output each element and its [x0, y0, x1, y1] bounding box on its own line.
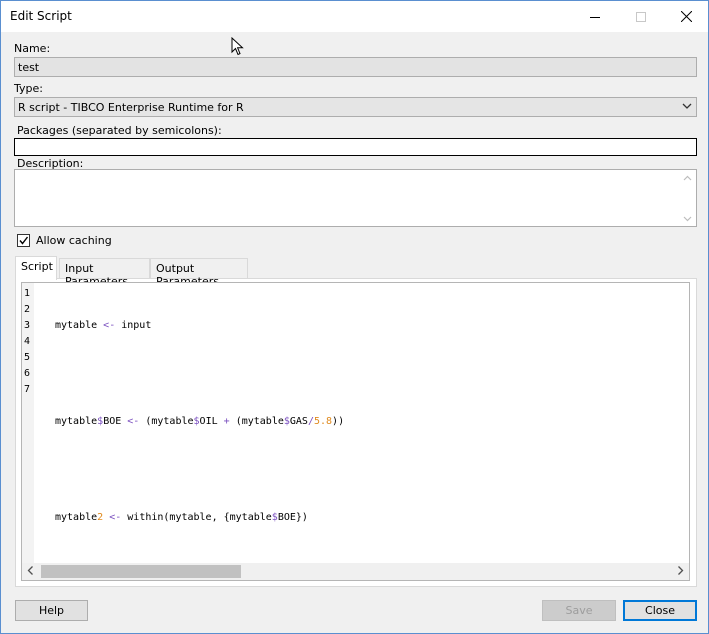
allow-caching-label: Allow caching [36, 234, 112, 247]
close-icon [680, 11, 692, 22]
line-number: 5 [24, 352, 31, 363]
allow-caching-checkbox[interactable] [17, 234, 30, 247]
maximize-icon [636, 11, 646, 22]
line-number: 3 [24, 320, 31, 331]
line-number: 6 [24, 368, 31, 379]
title-bar: Edit Script [1, 1, 708, 32]
maximize-button [618, 1, 664, 32]
code-line: ​ [55, 366, 344, 382]
code-line: mytable$BOE <- (mytable$OIL + (mytable$G… [55, 416, 345, 427]
scroll-right-icon [678, 566, 684, 575]
type-select[interactable]: R script - TIBCO Enterprise Runtime for … [14, 97, 697, 117]
name-field[interactable]: test [14, 57, 697, 77]
edit-script-dialog: Edit Script Name: test Type: R script - … [0, 0, 709, 634]
scrollbar-thumb[interactable] [41, 565, 241, 578]
script-editor[interactable]: 1 2 3 4 5 6 7 mytable <- input ​ mytable… [21, 282, 690, 581]
scroll-left-icon [27, 566, 33, 575]
line-number: 2 [24, 304, 31, 315]
chevron-down-icon [682, 103, 692, 109]
code-line: ​ [55, 462, 344, 478]
close-button[interactable]: Close [623, 600, 697, 621]
scroll-down-icon [683, 216, 692, 222]
save-button: Save [542, 600, 616, 621]
code-line: mytable2 <- within(mytable, {mytable$BOE… [55, 512, 308, 523]
description-field[interactable] [14, 169, 697, 227]
line-number: 7 [24, 384, 31, 395]
line-numbers: 1 2 3 4 5 6 7 [24, 286, 30, 398]
window-title: Edit Script [10, 9, 72, 23]
minimize-button[interactable] [572, 1, 618, 32]
mouse-cursor-icon [231, 37, 244, 56]
editor-horizontal-scrollbar[interactable] [22, 563, 689, 580]
packages-field[interactable] [14, 138, 697, 156]
minimize-icon [590, 16, 600, 18]
code-lines: mytable <- input ​ mytable$BOE <- (mytab… [55, 286, 345, 580]
tab-input-parameters[interactable]: Input Parameters [59, 258, 150, 288]
scroll-up-icon [683, 175, 692, 181]
tab-script[interactable]: Script [15, 256, 57, 280]
line-number: 1 [24, 288, 31, 299]
name-label: Name: [14, 42, 51, 55]
description-scrollbar[interactable] [679, 170, 696, 226]
tab-output-parameters[interactable]: Output Parameters [150, 258, 248, 288]
line-number: 4 [24, 336, 31, 347]
packages-label: Packages (separated by semicolons): [17, 124, 222, 137]
help-button[interactable]: Help [15, 600, 88, 621]
close-window-button[interactable] [663, 1, 709, 32]
checkmark-icon [19, 236, 29, 245]
type-select-value: R script - TIBCO Enterprise Runtime for … [18, 101, 244, 114]
code-line: mytable <- input [55, 320, 152, 331]
type-label: Type: [14, 82, 43, 95]
